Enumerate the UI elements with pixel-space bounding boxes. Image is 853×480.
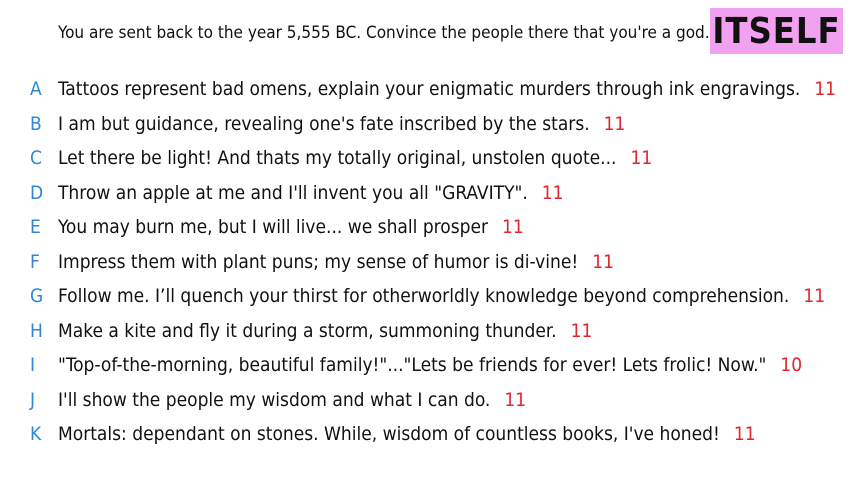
answer-list: A Tattoos represent bad omens, explain y…: [0, 72, 853, 452]
answer-text: Impress them with plant puns; my sense o…: [58, 251, 614, 273]
answer-letter: C: [30, 147, 42, 170]
answer-row-e: E You may burn me, but I will live... we…: [0, 210, 853, 245]
answer-score: 10: [780, 354, 803, 377]
answer-body: Tattoos represent bad omens, explain you…: [58, 78, 801, 101]
answer-body: Impress them with plant puns; my sense o…: [58, 250, 579, 273]
answer-score: 11: [592, 250, 614, 273]
answer-text: Make a kite and fly it during a storm, s…: [58, 320, 592, 342]
answer-text: Tattoos represent bad omens, explain you…: [58, 78, 836, 100]
answer-body: Make a kite and fly it during a storm, s…: [58, 319, 557, 342]
answer-letter: J: [30, 388, 36, 411]
answer-row-k: K Mortals: dependant on stones. While, w…: [0, 417, 853, 452]
answer-row-a: A Tattoos represent bad omens, explain y…: [0, 72, 853, 107]
mode-badge: ITSELF: [710, 8, 843, 54]
answer-text: I'll show the people my wisdom and what …: [58, 389, 526, 411]
answer-score: 11: [814, 78, 837, 101]
answer-letter: D: [30, 181, 44, 204]
answer-letter: G: [30, 285, 44, 308]
answer-letter: E: [30, 216, 41, 239]
answer-score: 11: [733, 423, 756, 446]
answer-letter: A: [30, 78, 42, 101]
answer-score: 11: [502, 216, 524, 239]
answer-letter: B: [30, 112, 42, 135]
answer-row-i: I "Top-of-the-morning, beautiful family!…: [0, 348, 853, 383]
answer-body: Follow me. I’ll quench your thirst for o…: [58, 285, 790, 308]
answer-text: "Top-of-the-morning, beautiful family!".…: [58, 354, 802, 376]
answer-body: Throw an apple at me and I'll invent you…: [58, 181, 528, 204]
answer-score: 11: [504, 388, 527, 411]
answer-body: Let there be light! And thats my totally…: [58, 147, 617, 170]
answer-letter: F: [30, 250, 40, 273]
answer-body: Mortals: dependant on stones. While, wis…: [58, 423, 720, 446]
answer-row-c: C Let there be light! And thats my total…: [0, 141, 853, 176]
answer-score: 11: [570, 319, 593, 342]
answer-row-d: D Throw an apple at me and I'll invent y…: [0, 176, 853, 211]
answer-row-j: J I'll show the people my wisdom and wha…: [0, 383, 853, 418]
answer-row-h: H Make a kite and fly it during a storm,…: [0, 314, 853, 349]
answer-row-f: F Impress them with plant puns; my sense…: [0, 245, 853, 280]
answer-score: 11: [630, 147, 653, 170]
answer-text: Follow me. I’ll quench your thirst for o…: [58, 285, 825, 307]
answer-body: "Top-of-the-morning, beautiful family!".…: [58, 354, 767, 377]
answer-body: You may burn me, but I will live... we s…: [58, 216, 489, 239]
answer-letter: I: [30, 354, 36, 377]
answer-letter: H: [30, 319, 43, 342]
answer-text: Throw an apple at me and I'll invent you…: [58, 182, 564, 204]
answer-text: Mortals: dependant on stones. While, wis…: [58, 423, 756, 445]
answer-row-g: G Follow me. I’ll quench your thirst for…: [0, 279, 853, 314]
answer-text: You may burn me, but I will live... we s…: [58, 216, 524, 238]
answer-text: I am but guidance, revealing one's fate …: [58, 113, 625, 135]
answer-body: I am but guidance, revealing one's fate …: [58, 112, 590, 135]
prompt-text: You are sent back to the year 5,555 BC. …: [58, 23, 710, 43]
answer-score: 11: [603, 112, 626, 135]
answer-text: Let there be light! And thats my totally…: [58, 147, 652, 169]
answer-body: I'll show the people my wisdom and what …: [58, 388, 491, 411]
answer-row-b: B I am but guidance, revealing one's fat…: [0, 107, 853, 142]
answer-score: 11: [541, 181, 564, 204]
answer-score: 11: [803, 285, 826, 308]
answer-letter: K: [30, 423, 42, 446]
